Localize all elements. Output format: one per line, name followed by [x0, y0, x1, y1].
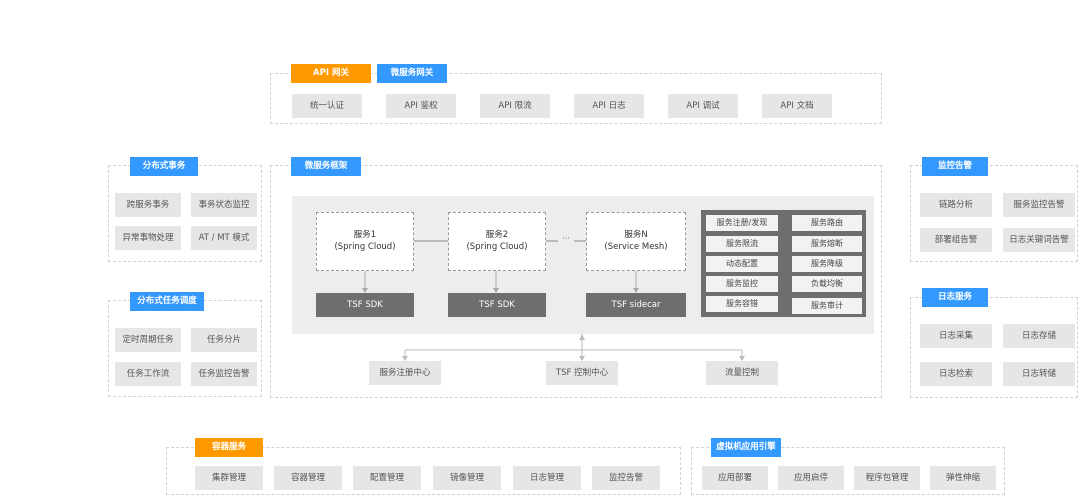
log-item-collect: 日志采集 [920, 324, 992, 348]
log-service-tag: 日志服务 [922, 288, 988, 307]
cap-registry: 服务注册/发现 [706, 215, 778, 231]
cap-dynamic-config: 动态配置 [706, 256, 778, 272]
container-item-cluster: 集群管理 [195, 466, 263, 490]
center-traffic: 流量控制 [706, 361, 778, 385]
vm-item-package: 程序包管理 [854, 466, 920, 490]
center-registry: 服务注册中心 [369, 361, 441, 385]
monitor-item-keyword-alert: 日志关键词告警 [1003, 228, 1075, 252]
service-1-name: 服务1 [353, 230, 377, 240]
service-n-name: 服务N [624, 230, 648, 240]
container-item-container: 容器管理 [274, 466, 342, 490]
cap-routing: 服务路由 [792, 215, 862, 231]
cap-load-balance: 负载均衡 [792, 276, 862, 292]
sdk-box-1: TSF SDK [316, 293, 414, 317]
service-2-sub: (Spring Cloud) [466, 242, 528, 252]
cap-audit: 服务审计 [792, 298, 862, 314]
cap-circuit-break: 服务熔断 [792, 236, 862, 252]
service-2-box: 服务2 (Spring Cloud) [448, 212, 546, 271]
log-item-search: 日志检索 [920, 362, 992, 386]
service-1-box: 服务1 (Spring Cloud) [316, 212, 414, 271]
sdk-box-2: TSF SDK [448, 293, 546, 317]
cap-degrade: 服务降级 [792, 256, 862, 272]
services-ellipsis: ··· [562, 234, 570, 243]
vm-item-deploy: 应用部署 [702, 466, 768, 490]
container-item-monitor: 监控告警 [592, 466, 660, 490]
cap-monitor: 服务监控 [706, 276, 778, 292]
container-tag: 容器服务 [195, 438, 263, 457]
container-item-log: 日志管理 [513, 466, 581, 490]
monitor-item-service-alert: 服务监控告警 [1003, 193, 1075, 217]
vm-item-autoscale: 弹性伸缩 [930, 466, 996, 490]
log-item-dump: 日志转储 [1003, 362, 1075, 386]
service-n-box: 服务N (Service Mesh) [586, 212, 686, 271]
monitoring-tag: 监控告警 [922, 157, 988, 176]
service-1-sub: (Spring Cloud) [334, 242, 396, 252]
vm-item-startstop: 应用启停 [778, 466, 844, 490]
sidecar-box: TSF sidecar [586, 293, 686, 317]
service-2-name: 服务2 [485, 230, 509, 240]
container-item-image: 镜像管理 [433, 466, 501, 490]
vm-engine-tag: 虚拟机应用引擎 [711, 438, 781, 457]
monitor-item-trace: 链路分析 [920, 193, 992, 217]
container-item-config: 配置管理 [353, 466, 421, 490]
log-item-store: 日志存储 [1003, 324, 1075, 348]
center-control: TSF 控制中心 [546, 361, 618, 385]
monitor-item-group-alert: 部署组告警 [920, 228, 992, 252]
service-n-sub: (Service Mesh) [604, 242, 668, 252]
cap-fault-tolerance: 服务容错 [706, 296, 778, 312]
cap-ratelimit: 服务限流 [706, 236, 778, 252]
